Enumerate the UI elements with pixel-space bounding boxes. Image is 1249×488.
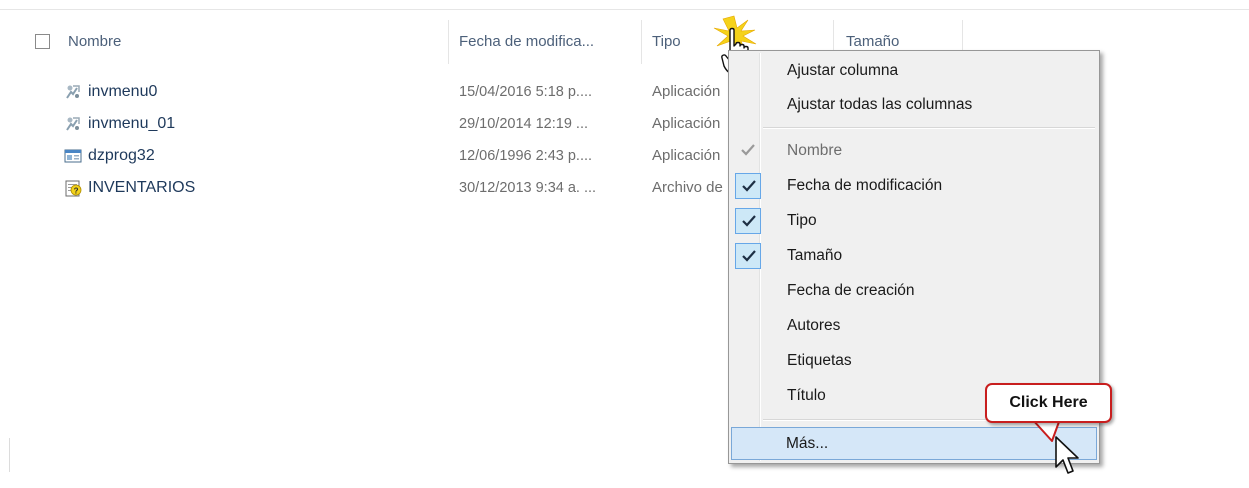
- menu-item-label: Ajustar columna: [787, 62, 899, 79]
- checkmark-icon: [735, 173, 761, 199]
- column-header-date[interactable]: Fecha de modifica...: [459, 30, 594, 54]
- menu-item-fit-column[interactable]: Ajustar columna: [731, 55, 1097, 87]
- menu-item-label: Autores: [787, 317, 841, 334]
- menu-item-label: Título: [787, 387, 826, 404]
- file-type: Aplicación: [652, 83, 721, 100]
- column-header-type[interactable]: Tipo: [652, 30, 681, 54]
- menu-item-label: Ajustar todas las columnas: [787, 96, 973, 113]
- click-here-callout: Click Here: [985, 383, 1112, 423]
- menu-item-column-tamano[interactable]: Tamaño: [731, 240, 1097, 272]
- left-edge-divider: [9, 438, 10, 472]
- file-name: INVENTARIOS: [88, 179, 196, 196]
- top-divider: [0, 9, 1249, 10]
- column-divider[interactable]: [641, 20, 642, 64]
- menu-item-column-fecha-creacion[interactable]: Fecha de creación: [731, 275, 1097, 307]
- file-type: Aplicación: [652, 115, 721, 132]
- arrow-pointer-icon: [1055, 436, 1079, 474]
- window-app-icon: [64, 149, 82, 163]
- column-divider[interactable]: [448, 20, 449, 64]
- callout-text: Click Here: [1009, 394, 1088, 411]
- menu-item-column-tipo[interactable]: Tipo: [731, 205, 1097, 237]
- menu-item-label: Etiquetas: [787, 352, 852, 369]
- menu-item-column-fecha-modificacion[interactable]: Fecha de modificación: [731, 170, 1097, 202]
- file-name: invmenu0: [88, 83, 158, 100]
- menu-item-label: Fecha de creación: [787, 282, 915, 299]
- select-all-checkbox[interactable]: [35, 34, 50, 49]
- file-date: 12/06/1996 2:43 p....: [459, 148, 593, 164]
- file-type: Aplicación: [652, 147, 721, 164]
- file-date: 15/04/2016 5:18 p....: [459, 84, 593, 100]
- file-type: Archivo de: [652, 179, 723, 196]
- checkmark-icon: [735, 208, 761, 234]
- menu-item-label: Tipo: [787, 212, 817, 229]
- file-date: 29/10/2014 12:19 ...: [459, 116, 588, 132]
- file-date: 30/12/2013 9:34 a. ...: [459, 180, 597, 196]
- menu-item-column-nombre[interactable]: Nombre: [731, 135, 1097, 167]
- menu-item-column-autores[interactable]: Autores: [731, 310, 1097, 342]
- help-file-icon: ?: [65, 180, 82, 197]
- application-icon: [66, 85, 80, 99]
- file-name: dzprog32: [88, 147, 155, 164]
- menu-item-fit-all-columns[interactable]: Ajustar todas las columnas: [731, 89, 1097, 121]
- menu-item-label: Tamaño: [787, 247, 843, 264]
- checkmark-icon: [735, 138, 761, 164]
- menu-separator: [763, 127, 1095, 129]
- menu-item-label: Más...: [786, 435, 829, 452]
- checkmark-icon: [735, 243, 761, 269]
- column-header-name[interactable]: Nombre: [68, 30, 121, 54]
- file-name: invmenu_01: [88, 115, 176, 132]
- menu-item-column-etiquetas[interactable]: Etiquetas: [731, 345, 1097, 377]
- svg-text:?: ?: [74, 186, 79, 195]
- menu-item-label: Fecha de modificación: [787, 177, 943, 194]
- application-icon: [66, 117, 80, 131]
- menu-item-label: Nombre: [787, 142, 843, 159]
